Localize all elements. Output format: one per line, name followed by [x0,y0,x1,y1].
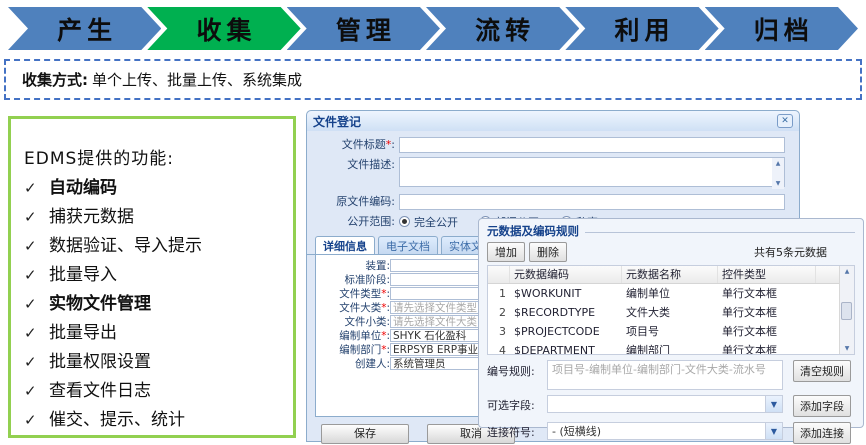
optional-field-select[interactable]: ▼ [547,395,783,413]
scroll-up-icon[interactable]: ▲ [776,160,781,167]
textarea-scrollbar[interactable]: ▲ ▼ [772,158,784,189]
flow-step-use: 利用 [565,7,718,50]
col-name[interactable]: 元数据名称 [622,266,718,283]
process-flow: 产生 收集 管理 流转 利用 归档 [8,7,858,50]
table-row[interactable]: 1 $WORKUNIT 编制单位 单行文本框 [488,284,854,303]
add-metadata-button[interactable]: 增加 [487,242,525,262]
file-major-class-label: 文件大类*: [316,300,390,315]
table-row[interactable]: 4 $DEPARTMENT 编制部门 单行文本框 [488,341,854,355]
metadata-toolbar: 增加 删除 共有5条元数据 [487,242,855,262]
col-type[interactable]: 控件类型 [718,266,816,283]
check-icon: ✓ [24,290,49,319]
features-title: EDMS提供的功能: [24,144,289,169]
scroll-up-icon[interactable]: ▲ [845,268,850,275]
check-icon: ✓ [24,203,49,232]
check-icon: ✓ [24,232,49,261]
flow-step-produce: 产生 [8,7,161,50]
department-label: 编制部门*: [316,342,390,357]
check-icon: ✓ [24,319,49,348]
metadata-count: 共有5条元数据 [754,244,855,260]
feature-item: ✓ 数据验证、导入提示 [24,232,289,261]
table-row[interactable]: 2 $RECORDTYPE 文件大类 单行文本框 [488,303,854,322]
file-desc-textarea[interactable] [399,157,785,187]
collect-method-box: 收集方式: 单个上传、批量上传、系统集成 [4,59,862,100]
slide: 产生 收集 管理 流转 利用 归档 收集方式: 单个上传、批量上传、系统集成 E… [0,0,866,445]
metadata-panel-title: 元数据及编码规则 [487,223,855,239]
dialog-title: 文件登记 [313,113,361,130]
file-minor-class-label: 文件小类: [316,314,390,329]
feature-item: ✓ 实物文件管理 [24,290,289,319]
feature-item: ✓ 批量导入 [24,261,289,290]
metadata-rule-panel: 元数据及编码规则 增加 删除 共有5条元数据 元数据编码 元数据名称 控件类型 … [478,218,864,428]
orig-code-label: 原文件编码: [317,194,399,210]
file-title-input[interactable] [399,137,785,153]
file-title-label: 文件标题*: [317,137,399,153]
save-button[interactable]: 保存 [321,424,409,444]
feature-item: ✓ 查看文件日志 [24,377,289,406]
radio-icon[interactable] [399,216,410,227]
dialog-top-form: 文件标题*: 文件描述: ▲ ▼ 原文件编码: 公开范围: [307,131,799,229]
collect-method-text: 单个上传、批量上传、系统集成 [92,69,302,90]
connector-label: 连接符号: [487,422,547,440]
feature-item: ✓ 自动编码 [24,174,289,203]
fieldset-line [585,232,855,233]
standard-stage-label: 标准阶段: [316,272,390,287]
metadata-table: 元数据编码 元数据名称 控件类型 1 $WORKUNIT 编制单位 单行文本框 … [487,265,855,355]
check-icon: ✓ [24,406,49,435]
check-icon: ✓ [24,174,49,203]
table-row[interactable]: 3 $PROJECTCODE 项目号 单行文本框 [488,322,854,341]
feature-item: ✓ 催交、提示、统计 [24,406,289,435]
tab-detail-info[interactable]: 详细信息 [315,236,375,254]
feature-item: ✓ 批量权限设置 [24,348,289,377]
flow-step-transfer: 流转 [426,7,579,50]
chevron-down-icon[interactable]: ▼ [765,396,782,412]
delete-metadata-button[interactable]: 删除 [529,242,567,262]
collect-method-label: 收集方式: [22,69,88,90]
clear-rule-button[interactable]: 清空规则 [793,360,851,382]
file-desc-label: 文件描述: [317,157,399,173]
flow-step-collect: 收集 [147,7,300,50]
flow-step-archive: 归档 [705,7,858,50]
connector-select[interactable]: - (短横线) ▼ [547,422,783,440]
feature-item: ✓ 捕获元数据 [24,203,289,232]
add-field-button[interactable]: 添加字段 [793,395,851,417]
rule-input[interactable]: 项目号-编制单位-编制部门-文件大类-流水号 [547,360,783,390]
check-icon: ✓ [24,261,49,290]
table-header-row: 元数据编码 元数据名称 控件类型 [488,266,854,284]
check-icon: ✓ [24,377,49,406]
check-icon: ✓ [24,348,49,377]
feature-item: ✓ 批量导出 [24,319,289,348]
optional-field-label: 可选字段: [487,395,547,413]
flow-step-manage: 管理 [287,7,440,50]
radio-public[interactable]: 完全公开 [399,214,458,230]
scrollbar-thumb[interactable] [841,302,852,320]
file-type-label: 文件类型*: [316,286,390,301]
scroll-down-icon[interactable]: ▼ [776,180,781,187]
col-code[interactable]: 元数据编码 [510,266,622,283]
rule-label: 编号规则: [487,360,547,379]
scroll-down-icon[interactable]: ▼ [845,345,850,352]
dialog-titlebar: 文件登记 ✕ [307,111,799,131]
tab-edoc[interactable]: 电子文档 [378,236,438,254]
creator-label: 创建人: [316,356,390,371]
chevron-down-icon[interactable]: ▼ [765,423,782,439]
add-connector-button[interactable]: 添加连接 [793,422,851,444]
device-label: 装置: [316,258,390,273]
work-unit-label: 编制单位*: [316,328,390,343]
orig-code-input[interactable] [399,194,785,210]
features-box: EDMS提供的功能: ✓ 自动编码 ✓ 捕获元数据 ✓ 数据验证、导入提示 ✓ … [8,116,296,438]
close-icon[interactable]: ✕ [777,114,793,128]
scope-label: 公开范围: [317,214,399,230]
